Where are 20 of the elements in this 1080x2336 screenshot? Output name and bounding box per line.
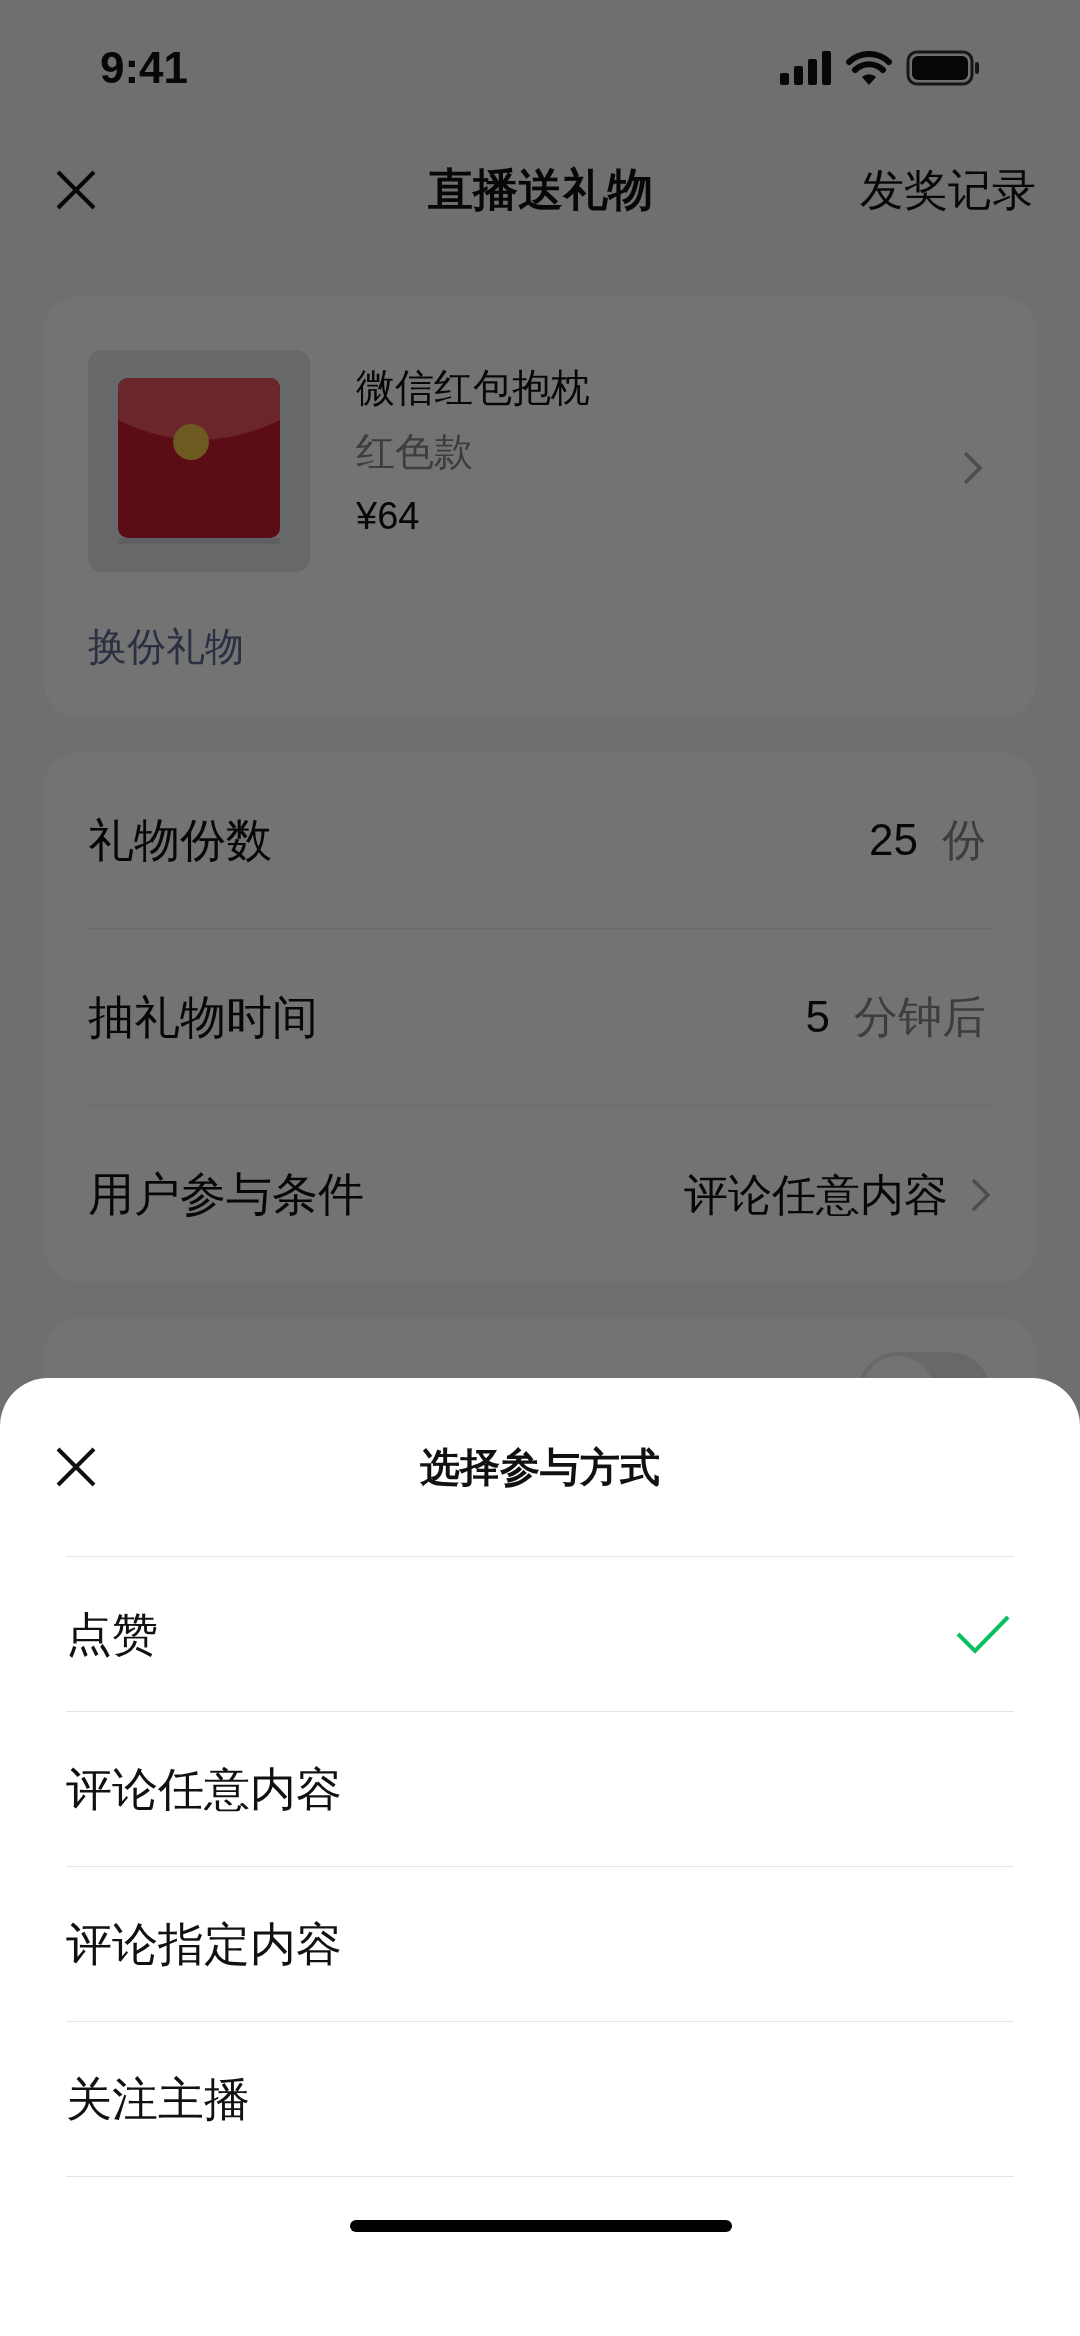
- battery-icon: [906, 50, 980, 86]
- close-icon[interactable]: [56, 1447, 96, 1487]
- option-item[interactable]: 点赞: [66, 1599, 1014, 1669]
- award-records-link[interactable]: 发奖记录: [860, 157, 1036, 223]
- option-item[interactable]: 评论指定内容: [66, 1909, 1014, 1979]
- setting-label: 抽礼物时间: [88, 989, 318, 1045]
- page-title: 直播送礼物: [427, 163, 653, 218]
- setting-label: 用户参与条件: [88, 1167, 364, 1222]
- setting-value: 25: [869, 814, 918, 866]
- gift-price: ¥64: [356, 494, 421, 539]
- wifi-icon: [846, 51, 892, 85]
- option-item[interactable]: 评论任意内容: [66, 1754, 1014, 1824]
- sheet-title: 选择参与方式: [420, 1444, 660, 1491]
- signal-icon: [780, 51, 832, 85]
- setting-label: 礼物份数: [88, 812, 272, 868]
- status-time: 9:41: [100, 42, 189, 94]
- option-item[interactable]: 关注主播: [66, 2064, 1014, 2134]
- setting-value: 5: [805, 991, 830, 1043]
- setting-value[interactable]: 评论任意内容: [684, 1161, 948, 1228]
- gift-name: 微信红包抱枕: [356, 365, 590, 411]
